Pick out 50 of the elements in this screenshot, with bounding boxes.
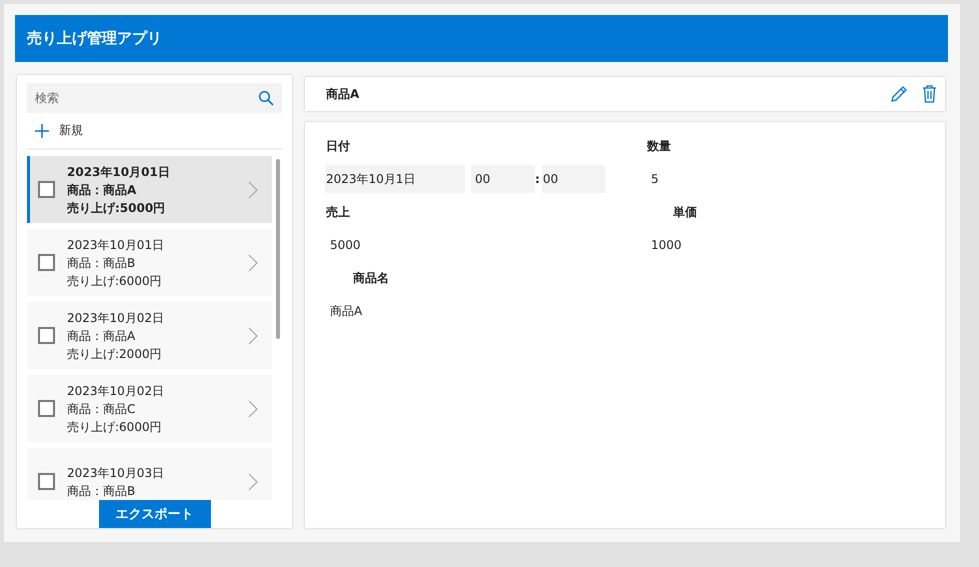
- time-separator: :: [535, 172, 540, 186]
- field-value: 00: [542, 172, 558, 186]
- field-label: 売上: [326, 204, 350, 220]
- checkbox[interactable]: [38, 473, 55, 490]
- field-value: 1000: [650, 238, 682, 252]
- item-product: 商品：商品C: [67, 400, 136, 418]
- item-sales: 売り上げ:2000円: [67, 346, 163, 363]
- minute-field[interactable]: 00: [542, 165, 605, 193]
- item-sales: 売り上げ:6000円: [67, 418, 163, 436]
- field-value: 商品A: [329, 302, 362, 320]
- item-product: 商品：商品B: [67, 482, 136, 500]
- plus-icon: [35, 124, 49, 138]
- item-date: 2023年10月02日: [67, 310, 166, 327]
- list-item[interactable]: 2023年10月01日 商品：商品B 売り上げ:6000円: [27, 229, 272, 296]
- search-field[interactable]: 検索: [27, 83, 282, 113]
- list-item[interactable]: 2023年10月02日 商品：商品A 売り上げ:2000円: [27, 302, 272, 370]
- field-value: 00: [474, 172, 490, 186]
- item-product: 商品：商品B: [67, 254, 136, 272]
- app-title: 売り上げ管理アプリ: [27, 29, 162, 48]
- item-date: 2023年10月03日: [67, 464, 166, 482]
- field-label: 商品名: [353, 270, 389, 286]
- trash-icon[interactable]: [922, 85, 937, 103]
- field-value: 5: [650, 172, 659, 186]
- item-date: 2023年10月01日: [67, 164, 171, 181]
- checkbox[interactable]: [38, 400, 55, 418]
- field-value: 2023年10月1日: [325, 170, 416, 188]
- date-field[interactable]: 2023年10月1日: [325, 165, 465, 193]
- search-icon[interactable]: [258, 90, 274, 106]
- pencil-icon[interactable]: [890, 85, 908, 103]
- scrollbar[interactable]: [276, 159, 280, 340]
- checkbox[interactable]: [38, 181, 55, 198]
- field-label: 日付: [326, 138, 350, 154]
- item-product: 商品：商品A: [67, 328, 136, 345]
- new-button[interactable]: 新規: [27, 113, 282, 150]
- list-item[interactable]: 2023年10月01日 商品：商品A 売り上げ:5000円: [27, 156, 272, 224]
- item-sales: 売り上げ:6000円: [67, 272, 163, 290]
- hour-field[interactable]: 00: [471, 165, 535, 193]
- item-date: 2023年10月01日: [67, 236, 166, 254]
- checkbox[interactable]: [38, 327, 55, 344]
- field-label: 数量: [647, 138, 671, 154]
- list-item[interactable]: 2023年10月03日 商品：商品B: [27, 448, 272, 500]
- list-item[interactable]: 2023年10月02日 商品：商品C 売り上げ:6000円: [27, 375, 272, 442]
- item-product: 商品：商品A: [67, 182, 138, 199]
- export-button[interactable]: エクスポート: [98, 500, 210, 528]
- checkbox[interactable]: [38, 254, 55, 272]
- field-label: 単価: [673, 204, 697, 220]
- item-sales: 売り上げ:5000円: [67, 200, 166, 217]
- item-date: 2023年10月02日: [67, 382, 166, 400]
- detail-title: 商品A: [326, 86, 360, 102]
- field-value: 5000: [329, 238, 361, 252]
